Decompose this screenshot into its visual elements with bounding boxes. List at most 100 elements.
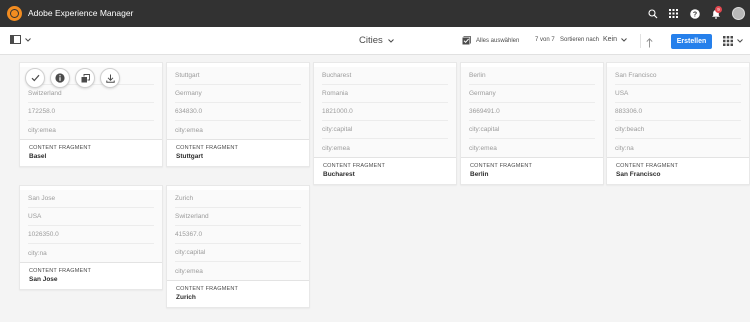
download-icon [105, 74, 115, 83]
download-quick-action[interactable] [100, 68, 120, 88]
card-field: 415367.0 [175, 226, 301, 244]
card-field: San Francisco [615, 67, 741, 85]
create-button[interactable]: Erstellen [671, 34, 712, 49]
chevron-down-icon [737, 39, 743, 43]
card-berlin[interactable]: Berlin Germany 3669491.0 city:capital ci… [460, 62, 604, 185]
card-footer: CONTENT FRAGMENT Stuttgart [167, 139, 309, 166]
select-quick-action[interactable] [25, 68, 45, 88]
card-san-jose[interactable]: San Jose USA 1026350.0 city:na CONTENT F… [19, 185, 163, 290]
page-title: Cities [359, 35, 383, 46]
card-type: CONTENT FRAGMENT [29, 145, 92, 151]
sort-value: Kein [603, 36, 618, 43]
notifications-bell-icon[interactable]: 9 [705, 0, 726, 27]
sort-label: Sortieren nach [560, 37, 600, 43]
card-field: city:capital [175, 244, 301, 262]
card-fields: Stuttgart Germany 634830.0 city:emea [167, 67, 309, 139]
card-footer: CONTENT FRAGMENT Basel [20, 139, 162, 166]
card-field: city:emea [175, 267, 203, 275]
card-field: 883306.0 [615, 103, 741, 121]
chevron-down-icon [621, 37, 627, 42]
card-title: Bucharest [323, 171, 355, 178]
card-fields: San Jose USA 1026350.0 city:na [20, 190, 162, 262]
card-field: city:emea [469, 144, 497, 152]
card-type: CONTENT FRAGMENT [29, 268, 92, 274]
card-title: Zurich [176, 294, 196, 301]
shell-bar: Adobe Experience Manager ? 9 [0, 0, 750, 27]
card-stuttgart[interactable]: Stuttgart Germany 634830.0 city:emea CON… [166, 62, 310, 167]
card-title: San Francisco [616, 171, 661, 178]
card-footer: CONTENT FRAGMENT San Jose [20, 262, 162, 289]
card-field: USA [28, 208, 154, 226]
card-view-icon [723, 36, 733, 46]
card-field: city:emea [175, 126, 203, 134]
card-footer: CONTENT FRAGMENT Bucharest [314, 157, 456, 184]
card-field: city:capital [322, 121, 448, 139]
card-field: 3669491.0 [469, 103, 595, 121]
select-all-label: Alles auswählen [476, 37, 520, 44]
card-type: CONTENT FRAGMENT [323, 163, 386, 169]
sort-dropdown[interactable]: Kein [603, 36, 627, 43]
action-bar: Cities Alles auswählen 7 von 7 Sortieren… [0, 27, 750, 55]
copy-icon [81, 73, 90, 82]
card-type: CONTENT FRAGMENT [176, 286, 239, 292]
view-switcher[interactable] [723, 36, 743, 46]
card-field: city:emea [28, 126, 56, 134]
notification-badge: 9 [715, 6, 722, 13]
card-fields: Berlin Germany 3669491.0 city:capital ci… [461, 67, 603, 157]
select-all-button[interactable]: Alles auswählen [462, 36, 519, 45]
sort-direction-button[interactable] [646, 35, 653, 53]
card-field: Switzerland [175, 208, 301, 226]
arrow-up-icon [646, 38, 653, 48]
rail-toggle-button[interactable] [10, 35, 31, 44]
card-field: city:emea [322, 144, 350, 152]
brand-name[interactable]: Adobe Experience Manager [28, 8, 133, 18]
card-field: Berlin [469, 67, 595, 85]
card-field: 172258.0 [28, 103, 154, 121]
card-field: city:beach [615, 121, 741, 139]
search-icon[interactable] [642, 0, 663, 27]
properties-quick-action[interactable] [50, 68, 70, 88]
card-type: CONTENT FRAGMENT [616, 163, 679, 169]
card-fields: San Francisco USA 883306.0 city:beach ci… [607, 67, 749, 157]
select-all-icon [462, 36, 471, 45]
view-title-selector[interactable]: Cities [359, 35, 394, 46]
card-field: 1821000.0 [322, 103, 448, 121]
divider [640, 34, 641, 48]
card-fields: Zurich Switzerland 415367.0 city:capital… [167, 190, 309, 280]
card-title: Berlin [470, 171, 489, 178]
avatar[interactable] [731, 7, 745, 20]
solutions-grid-icon[interactable] [663, 0, 684, 27]
svg-text:?: ? [692, 11, 696, 18]
checkmark-icon [31, 74, 39, 82]
card-title: San Jose [29, 276, 58, 283]
card-title: Basel [29, 153, 47, 160]
card-field: city:na [615, 144, 634, 152]
card-footer: CONTENT FRAGMENT San Francisco [607, 157, 749, 184]
shell-actions: ? 9 [642, 0, 750, 27]
card-field: San Jose [28, 190, 154, 208]
card-title: Stuttgart [176, 153, 204, 160]
card-footer: CONTENT FRAGMENT Berlin [461, 157, 603, 184]
card-field: city:capital [469, 121, 595, 139]
card-field: 634830.0 [175, 103, 301, 121]
card-san-francisco[interactable]: San Francisco USA 883306.0 city:beach ci… [606, 62, 750, 185]
card-zurich[interactable]: Zurich Switzerland 415367.0 city:capital… [166, 185, 310, 308]
item-count: 7 von 7 [535, 37, 555, 43]
card-field: Bucharest [322, 67, 448, 85]
aem-logo-icon[interactable] [7, 6, 22, 21]
chevron-down-icon [387, 38, 394, 43]
card-field: USA [615, 85, 741, 103]
card-field: Germany [469, 85, 595, 103]
card-basel[interactable]: Ba Switzerland 172258.0 city:emea CONTEN… [19, 62, 163, 167]
card-field: Germany [175, 85, 301, 103]
card-field: Stuttgart [175, 67, 301, 85]
card-bucharest[interactable]: Bucharest Romania 1821000.0 city:capital… [313, 62, 457, 185]
card-type: CONTENT FRAGMENT [470, 163, 533, 169]
user-profile[interactable] [726, 0, 750, 27]
help-icon[interactable]: ? [684, 0, 705, 27]
card-footer: CONTENT FRAGMENT Zurich [167, 280, 309, 307]
copy-quick-action[interactable] [75, 68, 95, 88]
info-icon [55, 73, 65, 83]
card-field: city:na [28, 249, 47, 257]
card-fields: Bucharest Romania 1821000.0 city:capital… [314, 67, 456, 157]
